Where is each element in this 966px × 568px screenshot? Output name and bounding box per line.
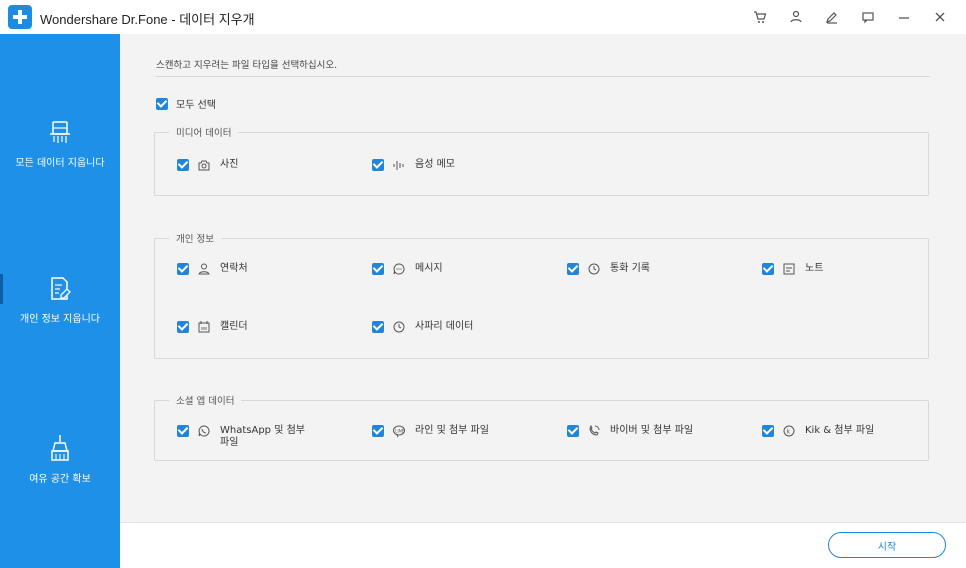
safari-icon (393, 321, 405, 333)
sidebar-item-free-space[interactable]: 여유 공간 확보 (0, 434, 120, 485)
title-bar: Wondershare Dr.Fone - 데이터 지우개 (0, 0, 966, 34)
instruction-text: 스캔하고 지우려는 파일 타입을 선택하십시오. (156, 60, 338, 71)
option-line[interactable]: LINE 라인 및 첨부 파일 (372, 425, 489, 438)
viber-icon (589, 424, 600, 436)
main-content: 스캔하고 지우려는 파일 타입을 선택하십시오. 모두 선택 미디어 데이터 사… (120, 34, 966, 522)
option-label-line1: WhatsApp 및 첨부 (220, 425, 305, 436)
checkbox-checked[interactable] (177, 159, 189, 171)
window-title: Wondershare Dr.Fone - 데이터 지우개 (40, 12, 255, 27)
footer-bar: 시작 (120, 522, 966, 568)
calendar-icon (198, 321, 210, 333)
group-title: 소셜 앱 데이터 (169, 393, 242, 407)
option-label: 사진 (220, 159, 239, 170)
option-call-history[interactable]: 통화 기록 (567, 263, 650, 276)
sidebar-item-erase-all[interactable]: 모든 데이터 지웁니다 (0, 120, 120, 169)
sidebar-item-label: 개인 정보 지웁니다 (20, 314, 100, 325)
option-label: 노트 (805, 263, 824, 274)
photo-icon (198, 160, 210, 171)
option-kik[interactable]: k Kik & 첨부 파일 (762, 425, 874, 438)
divider (156, 76, 930, 77)
sidebar: 모든 데이터 지웁니다 개인 정보 지웁니다 여유 공간 확보 (0, 34, 120, 568)
option-messages[interactable]: 메시지 (372, 263, 443, 276)
feedback-pen-icon[interactable] (814, 7, 850, 27)
checkbox-checked[interactable] (177, 263, 189, 275)
option-label: 메시지 (415, 263, 443, 274)
checkbox-checked[interactable] (156, 97, 168, 110)
account-icon[interactable] (778, 7, 814, 27)
checkbox-checked[interactable] (762, 425, 774, 437)
checkbox-checked[interactable] (372, 321, 384, 333)
option-whatsapp[interactable]: WhatsApp 및 첨부 파일 (177, 425, 305, 449)
svg-text:k: k (787, 428, 791, 435)
option-label: 연락처 (220, 263, 248, 274)
option-label: 사파리 데이터 (415, 321, 474, 332)
whatsapp-icon (198, 425, 210, 437)
title-bar-controls (742, 7, 958, 27)
svg-text:LINE: LINE (395, 428, 404, 433)
start-button[interactable]: 시작 (828, 532, 946, 558)
option-contacts[interactable]: 연락처 (177, 263, 248, 276)
chat-icon[interactable] (850, 7, 886, 27)
contacts-icon (198, 263, 210, 275)
notes-icon (783, 263, 795, 275)
select-all-label: 모두 선택 (176, 100, 216, 111)
option-voice-memos[interactable]: 음성 메모 (372, 159, 455, 172)
option-label: 통화 기록 (610, 263, 650, 274)
line-icon: LINE (393, 425, 405, 438)
sidebar-item-label: 모든 데이터 지웁니다 (15, 158, 105, 169)
document-erase-icon (51, 277, 71, 300)
checkbox-checked[interactable] (177, 425, 189, 437)
checkbox-checked[interactable] (567, 425, 579, 437)
checkbox-checked[interactable] (762, 263, 774, 275)
close-icon[interactable] (922, 7, 958, 27)
checkbox-checked[interactable] (372, 159, 384, 171)
option-label: 음성 메모 (415, 159, 455, 170)
voice-memo-icon (393, 161, 404, 170)
minimize-icon[interactable] (886, 7, 922, 27)
option-label: WhatsApp 및 첨부 파일 (220, 425, 305, 449)
cart-icon[interactable] (742, 7, 778, 27)
shredder-icon (50, 121, 70, 143)
group-personal-info: 개인 정보 연락처 메시지 통화 기록 노트 캘린더 사파리 데이터 (154, 231, 929, 359)
option-photos[interactable]: 사진 (177, 159, 238, 172)
group-media-data: 미디어 데이터 사진 음성 메모 (154, 125, 929, 196)
group-title: 미디어 데이터 (169, 125, 239, 139)
option-safari-data[interactable]: 사파리 데이터 (372, 321, 473, 334)
option-label: 라인 및 첨부 파일 (415, 425, 489, 436)
option-label: Kik & 첨부 파일 (805, 425, 875, 436)
group-social-app-data: 소셜 앱 데이터 WhatsApp 및 첨부 파일 LINE 라인 및 첨부 파… (154, 393, 929, 461)
broom-icon (51, 435, 69, 461)
select-all-checkbox[interactable]: 모두 선택 (156, 96, 216, 111)
option-label-line2: 파일 (220, 437, 239, 448)
checkbox-checked[interactable] (372, 425, 384, 437)
option-notes[interactable]: 노트 (762, 263, 823, 276)
option-calendar[interactable]: 캘린더 (177, 321, 248, 334)
option-label: 바이버 및 첨부 파일 (610, 425, 694, 436)
checkbox-checked[interactable] (567, 263, 579, 275)
checkbox-checked[interactable] (372, 263, 384, 275)
option-label: 캘린더 (220, 321, 248, 332)
group-title: 개인 정보 (169, 231, 221, 245)
option-viber[interactable]: 바이버 및 첨부 파일 (567, 424, 694, 438)
sidebar-item-erase-private[interactable]: 개인 정보 지웁니다 (0, 276, 120, 325)
kik-icon: k (783, 425, 795, 437)
message-icon (393, 263, 405, 275)
call-history-icon (588, 263, 600, 275)
sidebar-item-label: 여유 공간 확보 (29, 474, 91, 485)
checkbox-checked[interactable] (177, 321, 189, 333)
app-logo (8, 5, 32, 29)
